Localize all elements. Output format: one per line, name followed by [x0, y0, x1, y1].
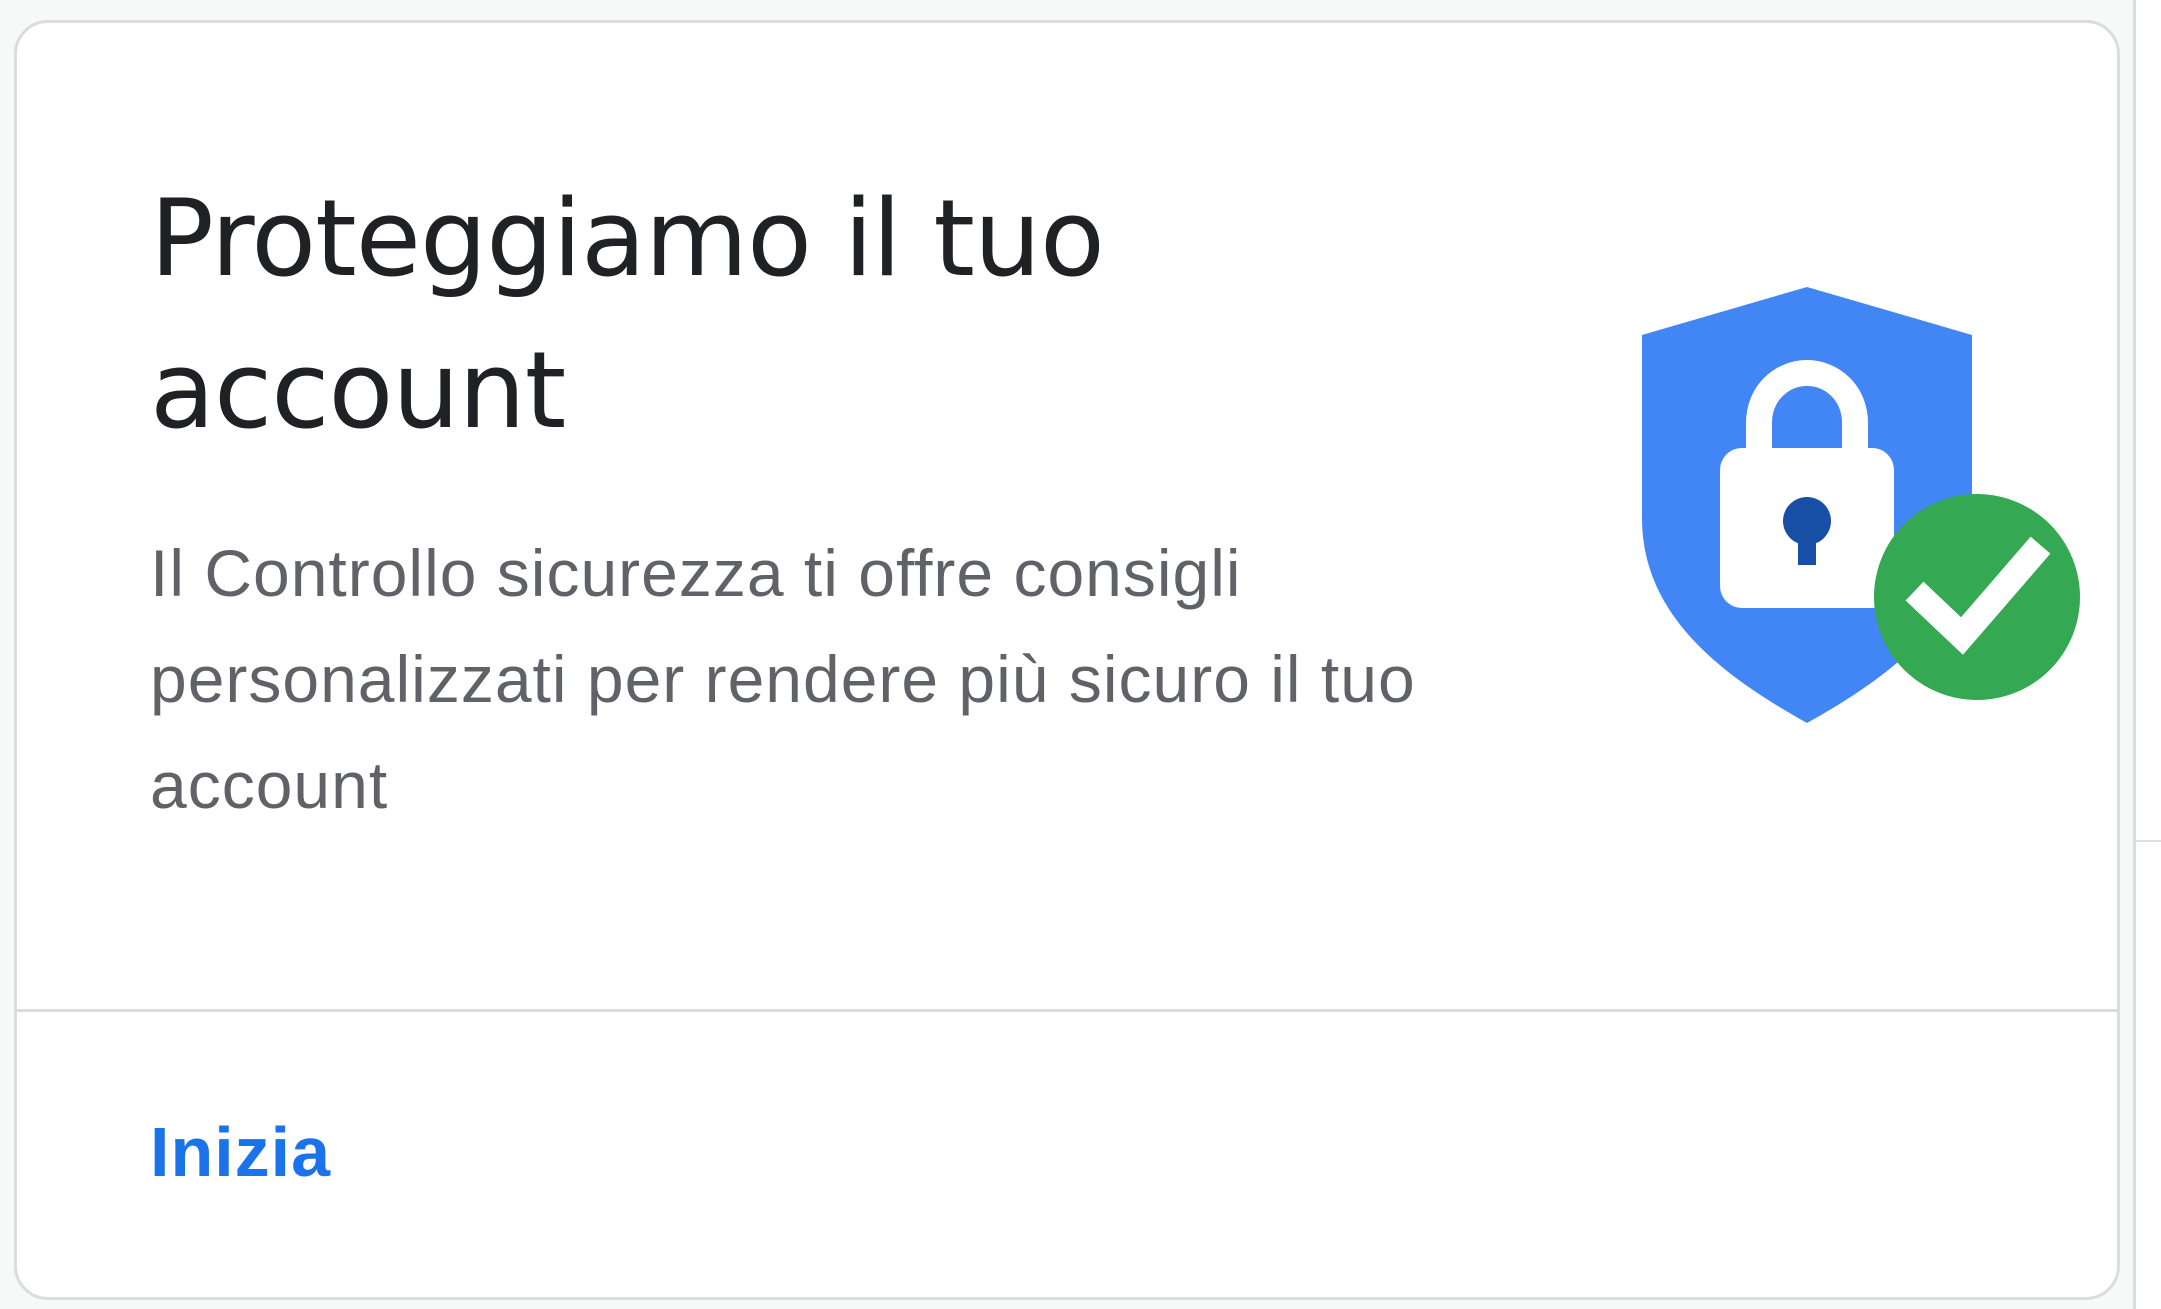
divider	[2136, 840, 2161, 842]
check-badge-icon	[1874, 494, 2080, 700]
page: Proteggiamo il tuo account Il Controllo …	[0, 0, 2161, 1309]
card-description: Il Controllo sicurezza ti offre consigli…	[150, 536, 1416, 822]
shield-lock-check-icon	[1627, 263, 2087, 733]
card-body: Proteggiamo il tuo account Il Controllo …	[17, 23, 2117, 1009]
adjacent-panel-edge	[2133, 0, 2161, 1309]
start-button[interactable]: Inizia	[150, 1112, 331, 1192]
security-checkup-card: Proteggiamo il tuo account Il Controllo …	[14, 20, 2120, 1300]
card-title: Proteggiamo il tuo account	[150, 177, 1105, 452]
card-footer: Inizia	[17, 1012, 2117, 1297]
